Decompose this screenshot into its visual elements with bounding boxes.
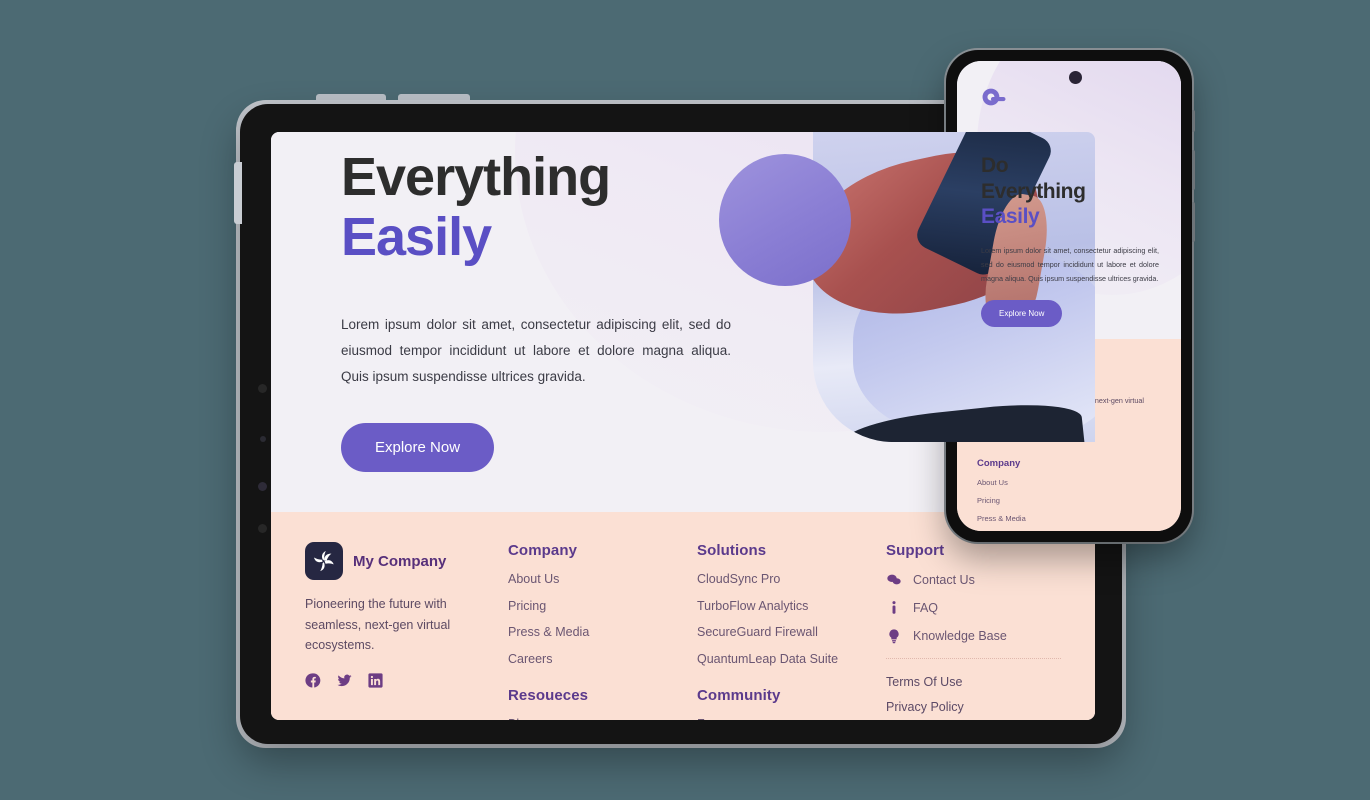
- footer-column-company: Company About Us Pricing Press & Media C…: [508, 542, 697, 720]
- phone-heading-line1: Do: [981, 154, 1009, 177]
- hero-paragraph: Lorem ipsum dolor sit amet, consectetur …: [341, 316, 731, 384]
- tablet-screen: Everything Easily Lorem ipsum dolor sit …: [271, 132, 1095, 720]
- phone-heading-line3: Easily: [981, 205, 1040, 229]
- hero-heading-line1: Everything: [341, 147, 611, 207]
- phone-footer-link[interactable]: Press & Media: [977, 514, 1161, 523]
- footer-link[interactable]: Careers: [508, 652, 697, 666]
- company-logo-icon: [305, 542, 343, 580]
- footer-social-links: [305, 672, 494, 689]
- footer-brand-row: My Company: [305, 542, 494, 580]
- support-item-label: Contact Us: [913, 573, 975, 587]
- phone-hero-section: Do Everything Easily Lorem ipsum dolor s…: [957, 61, 1181, 339]
- phone-volume-up-button[interactable]: [1192, 150, 1195, 190]
- phone-footer-link[interactable]: About Us: [977, 478, 1161, 487]
- support-item-label: Knowledge Base: [913, 629, 1007, 643]
- footer-link[interactable]: Forum: [697, 717, 886, 721]
- footer-link[interactable]: About Us: [508, 572, 697, 586]
- footer-link[interactable]: CloudSync Pro: [697, 572, 886, 586]
- info-icon: [886, 600, 902, 616]
- footer-heading-solutions: Solutions: [697, 542, 767, 559]
- tablet-volume-button[interactable]: [234, 162, 242, 224]
- phone-explore-now-button[interactable]: Explore Now: [981, 299, 1063, 327]
- phone-button-silent[interactable]: [1192, 110, 1195, 132]
- support-item-faq[interactable]: FAQ: [886, 600, 1061, 616]
- footer-heading-support: Support: [886, 542, 945, 559]
- hero-decorative-circle: [719, 154, 851, 286]
- twitter-icon[interactable]: [336, 672, 353, 689]
- phone-app-logo-icon[interactable]: [981, 87, 1007, 112]
- footer-link[interactable]: QuantumLeap Data Suite: [697, 652, 886, 666]
- footer-legal-link[interactable]: Terms Of Use: [886, 675, 1061, 689]
- tablet-camera-dot: [258, 482, 267, 491]
- footer-link[interactable]: Press & Media: [508, 625, 697, 639]
- footer-link[interactable]: Blog: [508, 717, 697, 721]
- phone-hero-copy: Do Everything Easily Lorem ipsum dolor s…: [981, 153, 1161, 327]
- phone-volume-down-button[interactable]: [1192, 202, 1195, 242]
- footer-heading-resources: Resoueces: [508, 686, 589, 704]
- footer-divider: [886, 658, 1061, 659]
- explore-now-button[interactable]: Explore Now: [341, 423, 495, 473]
- footer-column-support: Support Contact Us FAQ Knowledge Base Te…: [886, 542, 1061, 720]
- phone-footer-link[interactable]: Pricing: [977, 496, 1161, 505]
- footer-legal-link[interactable]: Privacy Policy: [886, 700, 1061, 714]
- support-item-label: FAQ: [913, 601, 939, 615]
- footer-heading-community: Community: [697, 686, 781, 704]
- tablet-hero-copy: Everything Easily Lorem ipsum dolor sit …: [341, 147, 741, 473]
- phone-camera-punch-hole: [1069, 71, 1082, 84]
- chat-bubble-icon: [886, 572, 902, 588]
- phone-hero-heading: Do Everything Easily: [981, 153, 1161, 230]
- footer-brand-column: My Company Pioneering the future with se…: [305, 542, 508, 720]
- phone-device: Do Everything Easily Lorem ipsum dolor s…: [944, 48, 1195, 544]
- phone-hero-paragraph: Lorem ipsum dolor sit amet, consectetur …: [981, 245, 1159, 283]
- footer-link[interactable]: TurboFlow Analytics: [697, 599, 886, 613]
- footer-link[interactable]: Pricing: [508, 599, 697, 613]
- phone-heading-line2: Everything: [981, 179, 1086, 203]
- linkedin-icon[interactable]: [367, 672, 384, 689]
- footer-heading-company: Company: [508, 542, 578, 559]
- facebook-icon[interactable]: [305, 672, 322, 689]
- phone-footer-heading-company: Company: [977, 458, 1021, 470]
- tablet-sensor-dot: [260, 436, 266, 442]
- support-item-knowledge-base[interactable]: Knowledge Base: [886, 628, 1061, 644]
- footer-brand-description: Pioneering the future with seamless, nex…: [305, 597, 451, 653]
- footer-link[interactable]: SecureGuard Firewall: [697, 625, 886, 639]
- tablet-sensor-dot: [258, 384, 267, 393]
- hero-heading-line2: Easily: [341, 207, 492, 268]
- phone-bezel: Do Everything Easily Lorem ipsum dolor s…: [946, 50, 1195, 542]
- tablet-sensor-dot: [258, 524, 267, 533]
- footer-brand-name: My Company: [353, 552, 447, 570]
- support-item-contact-us[interactable]: Contact Us: [886, 572, 1061, 588]
- lightbulb-icon: [886, 628, 902, 644]
- footer-column-solutions: Solutions CloudSync Pro TurboFlow Analyt…: [697, 542, 886, 720]
